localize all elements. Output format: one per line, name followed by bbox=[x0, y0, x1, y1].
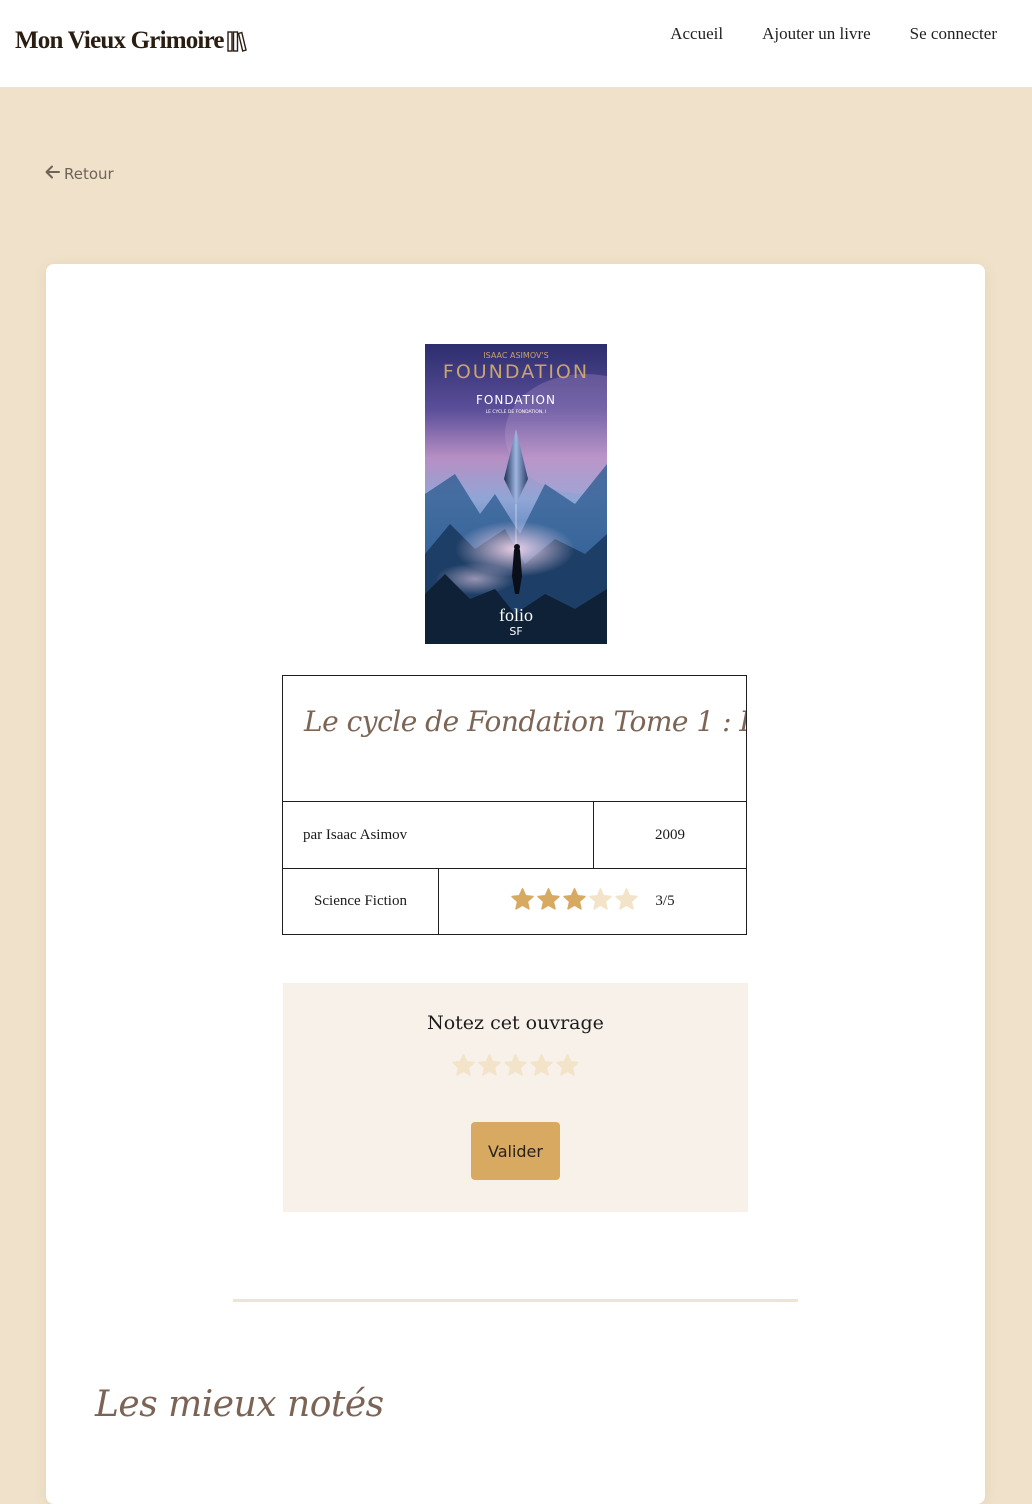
star-icon bbox=[562, 887, 587, 917]
book-genre: Science Fiction bbox=[283, 869, 439, 934]
star-icon bbox=[536, 887, 561, 917]
rate-star-2-icon[interactable] bbox=[477, 1053, 502, 1082]
book-cover-image: ISAAC ASIMOV'S FOUNDATION FONDATION LE C… bbox=[425, 344, 607, 644]
nav-login-link[interactable]: Se connecter bbox=[910, 24, 997, 44]
cover-series: FOUNDATION bbox=[443, 361, 589, 383]
books-icon bbox=[227, 30, 247, 52]
book-info-row-author: par Isaac Asimov 2009 bbox=[283, 802, 746, 868]
logo-text: Mon Vieux Grimoire bbox=[15, 27, 225, 54]
star-icon bbox=[510, 887, 535, 917]
back-link[interactable]: Retour bbox=[45, 165, 114, 183]
rating-input-stars bbox=[451, 1053, 580, 1082]
arrow-left-icon bbox=[45, 165, 60, 183]
cover-collection: SF bbox=[509, 625, 522, 638]
cover-title: FONDATION bbox=[476, 393, 556, 407]
best-rated-heading: Les mieux notés bbox=[95, 1384, 384, 1425]
nav-home-link[interactable]: Accueil bbox=[670, 24, 723, 44]
book-info-row-genre: Science Fiction 3/5 bbox=[283, 868, 746, 934]
rate-star-1-icon[interactable] bbox=[451, 1053, 476, 1082]
site-logo[interactable]: Mon Vieux Grimoire bbox=[15, 27, 247, 55]
cover-top-line: ISAAC ASIMOV'S bbox=[483, 351, 548, 360]
book-title: Le cycle de Fondation Tome 1 : Fondation bbox=[283, 676, 746, 802]
book-info-table: Le cycle de Fondation Tome 1 : Fondation… bbox=[282, 675, 747, 935]
star-icon bbox=[614, 887, 639, 917]
nav-add-book-link[interactable]: Ajouter un livre bbox=[762, 24, 871, 44]
section-divider bbox=[233, 1299, 798, 1302]
back-label: Retour bbox=[64, 165, 114, 183]
rate-book-panel: Notez cet ouvrage Valider bbox=[283, 983, 748, 1212]
star-icon bbox=[588, 887, 613, 917]
cover-subtitle: LE CYCLE DE FONDATION, I bbox=[486, 409, 547, 415]
top-header: Mon Vieux Grimoire Accueil Ajouter un li… bbox=[0, 0, 1032, 87]
main-nav: Accueil Ajouter un livre Se connecter bbox=[670, 24, 997, 44]
book-rating: 3/5 bbox=[439, 869, 746, 934]
book-detail-card: ISAAC ASIMOV'S FOUNDATION FONDATION LE C… bbox=[46, 264, 985, 1504]
rating-label: 3/5 bbox=[655, 893, 675, 909]
cover-publisher: folio bbox=[499, 605, 533, 625]
book-year: 2009 bbox=[655, 826, 685, 843]
rate-title: Notez cet ouvrage bbox=[427, 1012, 604, 1034]
book-author: par Isaac Asimov bbox=[283, 802, 594, 868]
rate-star-4-icon[interactable] bbox=[529, 1053, 554, 1082]
average-rating-stars bbox=[510, 887, 639, 917]
rate-star-3-icon[interactable] bbox=[503, 1053, 528, 1082]
validate-rating-button[interactable]: Valider bbox=[471, 1122, 560, 1180]
rate-star-5-icon[interactable] bbox=[555, 1053, 580, 1082]
